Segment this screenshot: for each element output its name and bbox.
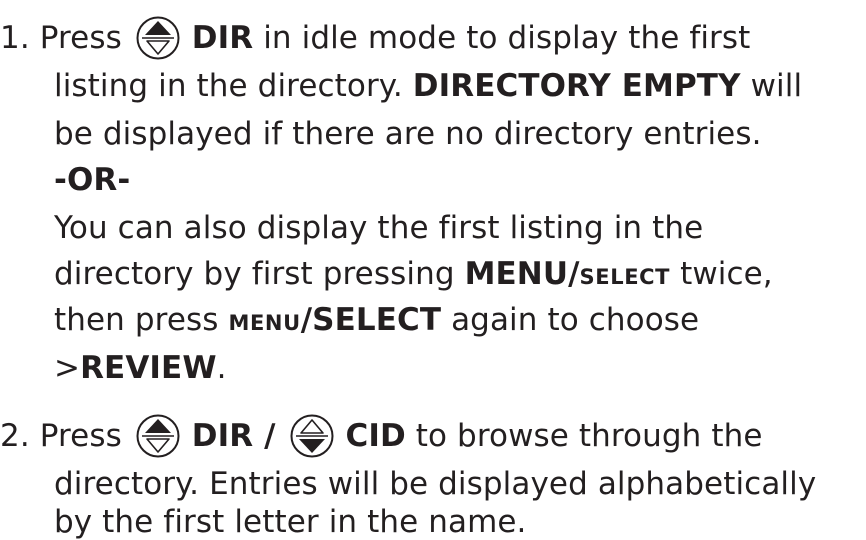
step2-line3: by the first letter in the name. <box>54 504 527 540</box>
step1-line7: then press MENU/SELECT again to choose <box>54 300 699 343</box>
cid-label: CID <box>345 418 406 454</box>
select-word-2: /SELECT <box>300 302 442 338</box>
or-separator: -OR- <box>54 162 131 198</box>
step1-line2-text: listing in the directory. <box>54 68 403 104</box>
step1-line1: 1. Press DIR in idle mode to display the… <box>0 16 750 60</box>
step1-line6: directory by first pressing MENU/SELECT … <box>54 254 773 297</box>
step1-line8: >REVIEW. <box>54 348 227 388</box>
down-arrow-key-icon <box>290 414 334 458</box>
gt-symbol: > <box>54 350 81 386</box>
step2-line1-text: to browse through the <box>415 418 763 454</box>
directory-empty-label: DIRECTORY EMPTY <box>412 68 741 104</box>
dir-label: DIR <box>191 20 254 56</box>
step1-line7-end: again to choose <box>451 302 700 338</box>
step1-line5: You can also display the first listing i… <box>54 210 704 246</box>
step2-number: 2. <box>0 418 30 454</box>
select-word: SELECT <box>579 265 671 289</box>
press-text-2: Press <box>39 418 122 454</box>
menu-word: MENU/ <box>464 256 580 292</box>
step1-line6-text: directory by first pressing <box>54 256 455 292</box>
up-arrow-key-icon <box>136 414 180 458</box>
step1-line1-text: in idle mode to display the first <box>263 20 751 56</box>
step1-line7-text: then press <box>54 302 219 338</box>
press-text: Press <box>39 20 122 56</box>
menu-select-label: MENU/SELECT <box>465 256 671 292</box>
step1-line6-end: twice, <box>680 256 773 292</box>
step1-number: 1. <box>0 20 30 56</box>
step1-line3: be displayed if there are no directory e… <box>54 116 762 152</box>
up-arrow-key-icon <box>136 16 180 60</box>
step1-line2-end: will <box>750 68 803 104</box>
step2-line2: directory. Entries will be displayed alp… <box>54 466 817 502</box>
step1-line2: listing in the directory. DIRECTORY EMPT… <box>54 66 802 106</box>
menu-word-2: MENU <box>228 311 301 335</box>
review-label: REVIEW <box>80 350 217 386</box>
step2-line1: 2. Press DIR / CID to browse through the <box>0 414 763 458</box>
period: . <box>216 350 227 386</box>
menu-select-label-2: MENU/SELECT <box>228 302 441 338</box>
instructions-page: 1. Press DIR in idle mode to display the… <box>0 0 866 538</box>
dir-slash-label: DIR / <box>191 418 276 454</box>
